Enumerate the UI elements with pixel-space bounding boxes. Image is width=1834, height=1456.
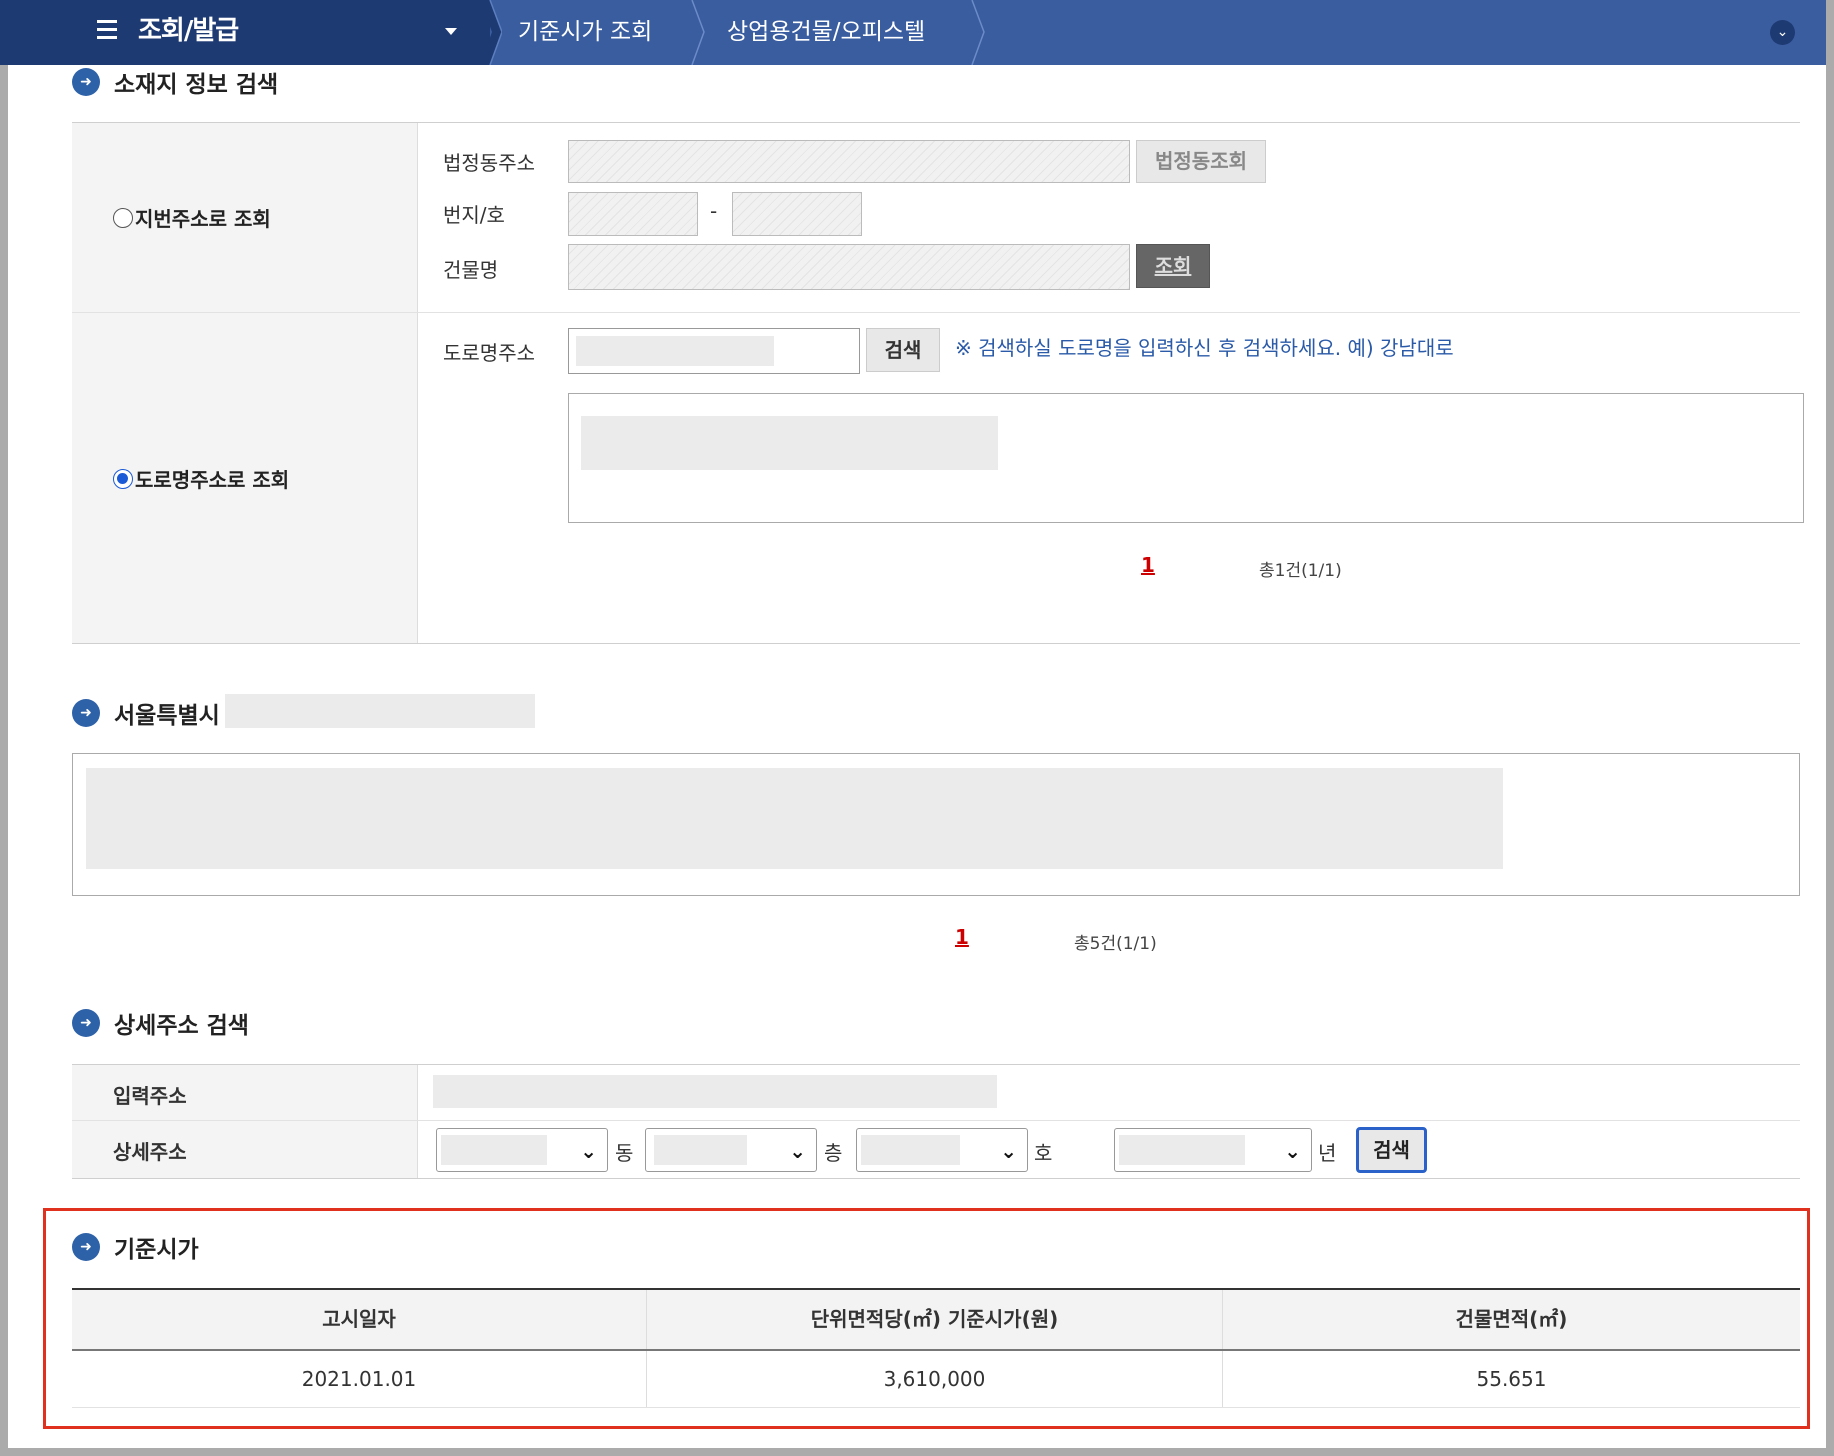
detail-search-button[interactable]: 검색 bbox=[1356, 1127, 1427, 1173]
divider bbox=[72, 643, 1800, 644]
chevron-down-icon: ⌄ bbox=[580, 1139, 597, 1163]
pagination-total: 총1건(1/1) bbox=[1259, 561, 1342, 581]
section-title: 서울특별시 bbox=[114, 703, 220, 729]
unit-dong: 동 bbox=[615, 1141, 634, 1165]
breadcrumb-separator-icon bbox=[690, 0, 712, 66]
road-address-label: 도로명주소 bbox=[443, 341, 535, 365]
unit-ho: 호 bbox=[1034, 1141, 1053, 1165]
masked-region-address bbox=[225, 694, 535, 728]
breadcrumb-separator-icon bbox=[480, 0, 503, 66]
divider bbox=[72, 1178, 1800, 1179]
unit-floor: 층 bbox=[824, 1141, 843, 1165]
section-title: 상세주소 검색 bbox=[114, 1013, 249, 1039]
legal-dong-lookup-button[interactable]: 법정동조회 bbox=[1136, 140, 1266, 183]
masked-dong-value bbox=[441, 1135, 547, 1165]
radio-label: 지번주소로 조회 bbox=[135, 207, 271, 231]
column-header-unit-price: 단위면적당(㎡) 기준시가(원) bbox=[647, 1290, 1222, 1349]
menu-title[interactable]: 조회/발급 bbox=[138, 10, 239, 47]
arrow-right-icon: ➜ bbox=[72, 68, 100, 96]
divider bbox=[417, 1065, 418, 1178]
building-dong-select[interactable]: ⌄ bbox=[436, 1128, 608, 1172]
lot-number-label: 번지/호 bbox=[443, 203, 505, 227]
section-standard-price: ➜ 기준시가 bbox=[72, 1230, 199, 1264]
masked-ho-value bbox=[861, 1135, 960, 1165]
input-address-label: 입력주소 bbox=[113, 1084, 187, 1108]
masked-road-value bbox=[576, 336, 774, 366]
building-name-label: 건물명 bbox=[443, 258, 499, 282]
divider bbox=[417, 123, 418, 643]
road-result-item[interactable] bbox=[581, 416, 998, 470]
masked-input-address bbox=[433, 1075, 997, 1108]
arrow-right-icon: ➜ bbox=[72, 1009, 100, 1037]
section-location-search: ➜ 소재지 정보 검색 bbox=[72, 65, 278, 99]
section-title: 기준시가 bbox=[114, 1237, 199, 1263]
road-search-button[interactable]: 검색 bbox=[866, 328, 940, 372]
column-header-notice-date: 고시일자 bbox=[72, 1290, 646, 1349]
unit-year: 년 bbox=[1318, 1141, 1337, 1165]
breadcrumb-standard-price[interactable]: 기준시가 조회 bbox=[518, 12, 652, 46]
lot-sub-number-input bbox=[732, 192, 862, 236]
region-result-item[interactable] bbox=[86, 768, 1503, 869]
radio-button[interactable] bbox=[113, 207, 133, 228]
arrow-right-icon: ➜ bbox=[72, 1233, 100, 1261]
radio-label: 도로명주소로 조회 bbox=[135, 468, 290, 492]
table-row-unit-price: 3,610,000 bbox=[883, 1367, 986, 1391]
caret-down-icon[interactable] bbox=[445, 28, 457, 35]
building-lookup-button[interactable]: 조회 bbox=[1136, 244, 1210, 288]
legal-dong-label: 법정동주소 bbox=[443, 151, 535, 175]
lot-main-number-input bbox=[568, 192, 698, 236]
unit-ho-select[interactable]: ⌄ bbox=[856, 1128, 1028, 1172]
year-select[interactable]: ⌄ bbox=[1114, 1128, 1312, 1172]
legal-dong-input bbox=[568, 140, 1130, 183]
pagination-page[interactable]: 1 bbox=[1141, 553, 1155, 577]
building-name-input bbox=[568, 244, 1130, 290]
floor-select[interactable]: ⌄ bbox=[645, 1128, 817, 1172]
road-search-hint: ※ 검색하실 도로명을 입력하신 후 검색하세요. 예) 강남대로 bbox=[955, 336, 1454, 360]
lot-dash: - bbox=[710, 199, 718, 223]
chevron-down-icon: ⌄ bbox=[1284, 1139, 1301, 1163]
breadcrumb-commercial-building[interactable]: 상업용건물/오피스텔 bbox=[727, 12, 925, 46]
top-navigation: 조회/발급 기준시가 조회 상업용건물/오피스텔 ⌄ bbox=[0, 0, 1826, 66]
chevron-down-icon: ⌄ bbox=[1000, 1139, 1017, 1163]
table-row-notice-date: 2021.01.01 bbox=[301, 1367, 417, 1391]
chevron-down-icon: ⌄ bbox=[789, 1139, 806, 1163]
divider bbox=[72, 1407, 1800, 1408]
pagination-page[interactable]: 1 bbox=[955, 925, 969, 949]
pagination-total: 총5건(1/1) bbox=[1074, 934, 1157, 954]
main-menu[interactable]: 조회/발급 bbox=[0, 0, 490, 65]
divider bbox=[72, 1120, 1800, 1121]
arrow-right-icon: ➜ bbox=[72, 699, 100, 727]
expand-chevron-icon[interactable]: ⌄ bbox=[1770, 20, 1795, 45]
column-header-building-area: 건물면적(㎡) bbox=[1223, 1290, 1800, 1349]
section-detail-search: ➜ 상세주소 검색 bbox=[72, 1006, 249, 1040]
detail-address-label: 상세주소 bbox=[113, 1140, 187, 1164]
hamburger-icon[interactable] bbox=[97, 20, 117, 40]
masked-year-value bbox=[1119, 1135, 1245, 1165]
table-row-building-area: 55.651 bbox=[1476, 1367, 1547, 1391]
radio-lot-address[interactable]: 지번주소로 조회 bbox=[113, 203, 271, 232]
masked-floor-value bbox=[654, 1135, 747, 1165]
radio-road-address[interactable]: 도로명주소로 조회 bbox=[113, 464, 289, 493]
breadcrumb-separator-icon bbox=[970, 0, 992, 66]
section-title: 소재지 정보 검색 bbox=[114, 72, 279, 98]
section-region: ➜ 서울특별시 bbox=[72, 696, 220, 730]
radio-button-checked[interactable] bbox=[113, 468, 133, 489]
